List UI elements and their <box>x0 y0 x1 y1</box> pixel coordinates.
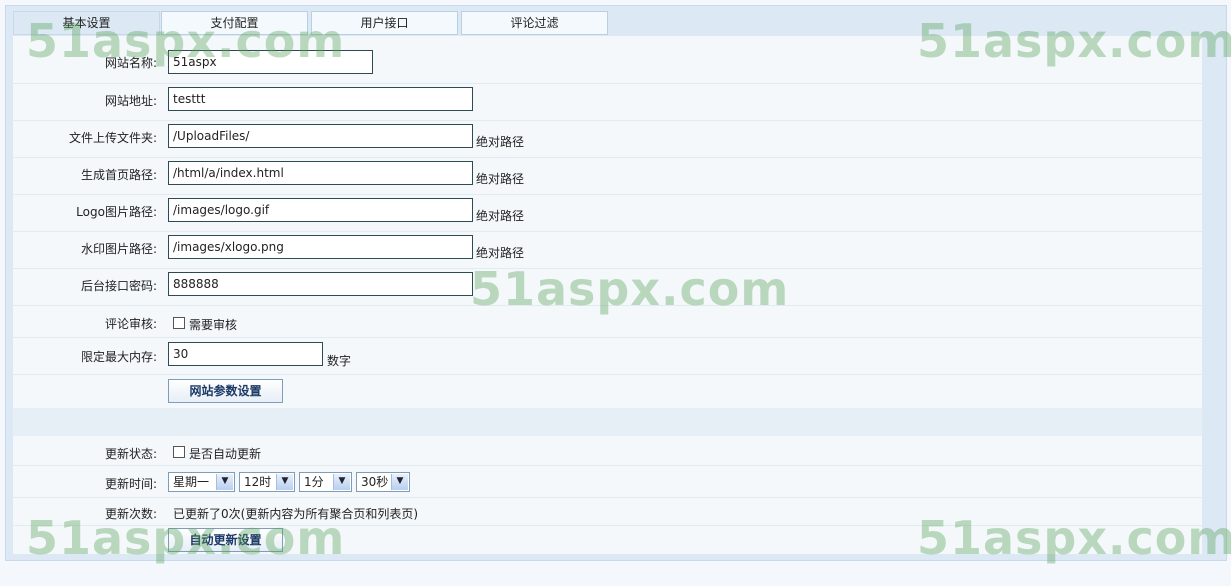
logo-path-label: Logo图片路径: <box>76 205 157 219</box>
second-select[interactable]: 30秒 ▼ <box>356 472 410 492</box>
row-index-path: 生成首页路径: 绝对路径 <box>13 158 1202 195</box>
settings-frame: 基本设置 支付配置 用户接口 评论过滤 网站名称: 网站地址: 文件上传文件夹:… <box>5 5 1227 561</box>
logo-path-suffix: 绝对路径 <box>476 209 525 223</box>
logo-path-input[interactable] <box>168 198 473 222</box>
row-site-url: 网站地址: <box>13 84 1202 121</box>
tab-payment-config[interactable]: 支付配置 <box>161 11 308 35</box>
update-count-text: 已更新了0次(更新内容为所有聚合页和列表页) <box>173 507 418 521</box>
max-memory-input[interactable] <box>168 342 323 366</box>
site-settings-button[interactable]: 网站参数设置 <box>168 379 283 403</box>
row-admin-password: 后台接口密码: <box>13 269 1202 306</box>
auto-update-settings-button[interactable]: 自动更新设置 <box>168 528 283 552</box>
row-update-time: 更新时间: 星期一 ▼ 12时 ▼ 1分 ▼ 30秒 ▼ <box>13 466 1202 498</box>
tab-basic-settings[interactable]: 基本设置 <box>13 11 160 35</box>
index-path-label: 生成首页路径: <box>80 168 157 182</box>
admin-password-label: 后台接口密码: <box>80 279 157 293</box>
row-logo-path: Logo图片路径: 绝对路径 <box>13 195 1202 232</box>
index-path-suffix: 绝对路径 <box>476 172 525 186</box>
chevron-down-icon: ▼ <box>391 474 408 490</box>
index-path-input[interactable] <box>168 161 473 185</box>
max-memory-label: 限定最大内存: <box>80 350 157 364</box>
upload-folder-input[interactable] <box>168 124 473 148</box>
hour-value: 12时 <box>244 475 272 489</box>
watermark-path-label: 水印图片路径: <box>80 242 157 256</box>
update-time-label: 更新时间: <box>104 477 157 491</box>
upload-folder-suffix: 绝对路径 <box>476 135 525 149</box>
weekday-value: 星期一 <box>173 475 210 489</box>
row-update-count: 更新次数: 已更新了0次(更新内容为所有聚合页和列表页) <box>13 498 1202 526</box>
auto-update-checkbox[interactable] <box>173 446 185 458</box>
section-separator <box>13 408 1202 436</box>
comment-review-label: 评论审核: <box>104 317 157 331</box>
row-site-name: 网站名称: <box>13 48 1202 84</box>
row-update-status: 更新状态: 是否自动更新 <box>13 436 1202 466</box>
hour-select[interactable]: 12时 ▼ <box>239 472 295 492</box>
update-status-label: 更新状态: <box>104 447 157 461</box>
chevron-down-icon: ▼ <box>333 474 350 490</box>
max-memory-suffix: 数字 <box>327 354 352 368</box>
row-update-submit: 自动更新设置 <box>13 526 1202 554</box>
tab-user-interface[interactable]: 用户接口 <box>311 11 458 35</box>
upload-folder-label: 文件上传文件夹: <box>68 131 157 145</box>
second-value: 30秒 <box>361 475 389 489</box>
watermark-path-input[interactable] <box>168 235 473 259</box>
site-name-input[interactable] <box>168 50 373 74</box>
row-watermark-path: 水印图片路径: 绝对路径 <box>13 232 1202 269</box>
site-url-label: 网站地址: <box>104 94 157 108</box>
comment-review-checkbox-label: 需要审核 <box>189 318 238 332</box>
row-comment-review: 评论审核: 需要审核 <box>13 306 1202 338</box>
settings-panel: 网站名称: 网站地址: 文件上传文件夹: 绝对路径 生成首页路径: 绝对路径 L… <box>13 36 1202 554</box>
chevron-down-icon: ▼ <box>216 474 233 490</box>
site-url-input[interactable] <box>168 87 473 111</box>
row-upload-folder: 文件上传文件夹: 绝对路径 <box>13 121 1202 158</box>
tab-comment-filter[interactable]: 评论过滤 <box>461 11 608 35</box>
row-site-submit: 网站参数设置 <box>13 375 1202 408</box>
row-max-memory: 限定最大内存: 数字 <box>13 338 1202 375</box>
site-name-label: 网站名称: <box>104 56 157 70</box>
update-count-label: 更新次数: <box>104 507 157 521</box>
chevron-down-icon: ▼ <box>276 474 293 490</box>
weekday-select[interactable]: 星期一 ▼ <box>168 472 235 492</box>
comment-review-checkbox[interactable] <box>173 317 185 329</box>
minute-value: 1分 <box>304 475 324 489</box>
auto-update-checkbox-label: 是否自动更新 <box>189 447 262 461</box>
admin-password-input[interactable] <box>168 272 473 296</box>
minute-select[interactable]: 1分 ▼ <box>299 472 352 492</box>
watermark-path-suffix: 绝对路径 <box>476 246 525 260</box>
